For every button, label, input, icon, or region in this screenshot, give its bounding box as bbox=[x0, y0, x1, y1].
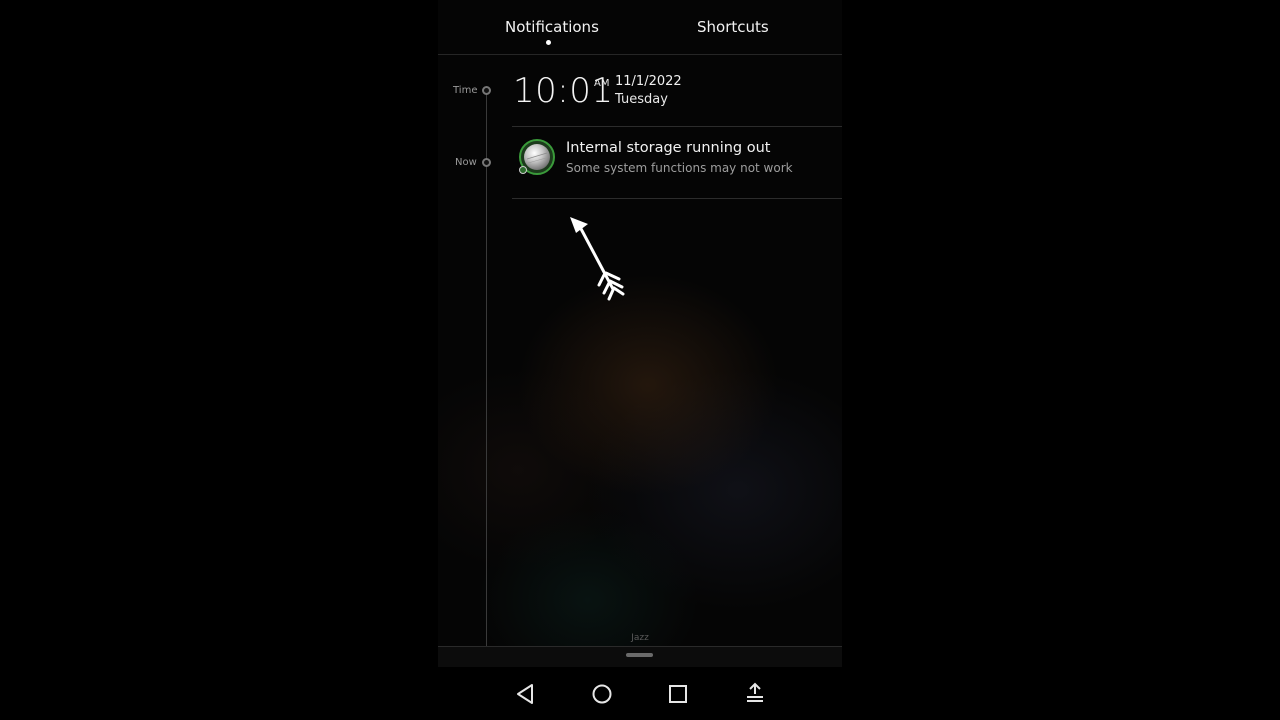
home-circle-icon[interactable] bbox=[588, 680, 616, 708]
bottom-shade bbox=[438, 647, 842, 667]
clock-day: Tuesday bbox=[615, 92, 668, 107]
notification-subtitle: Some system functions may not work bbox=[566, 161, 793, 175]
clock-ampm: AM bbox=[594, 78, 610, 89]
tab-shortcuts[interactable]: Shortcuts bbox=[697, 18, 769, 36]
notification-panel-icon[interactable] bbox=[741, 680, 769, 708]
clock-time: 10:01 bbox=[513, 71, 614, 111]
storage-disk-icon bbox=[519, 139, 555, 175]
timeline-now-dot bbox=[482, 158, 491, 167]
timeline-line bbox=[486, 92, 487, 647]
active-tab-indicator bbox=[546, 40, 551, 45]
notification-title: Internal storage running out bbox=[566, 140, 771, 156]
timeline-time-label: Time bbox=[453, 85, 478, 96]
arrow-icon bbox=[570, 217, 625, 301]
drag-handle[interactable] bbox=[626, 653, 653, 657]
tab-divider bbox=[438, 54, 842, 55]
clock-date: 11/1/2022 bbox=[615, 74, 682, 89]
tab-notifications[interactable]: Notifications bbox=[505, 18, 599, 36]
back-triangle-icon[interactable] bbox=[512, 680, 540, 708]
navigation-bar bbox=[438, 667, 842, 720]
recents-square-icon[interactable] bbox=[664, 680, 692, 708]
notification-shade: Notifications Shortcuts Time Now 10:01 A… bbox=[438, 0, 842, 720]
theme-label: Jazz bbox=[631, 633, 649, 643]
timeline-now-label: Now bbox=[455, 157, 477, 168]
timeline-time-dot bbox=[482, 86, 491, 95]
divider bbox=[512, 198, 842, 199]
notification-storage[interactable]: Internal storage running out Some system… bbox=[512, 127, 842, 197]
